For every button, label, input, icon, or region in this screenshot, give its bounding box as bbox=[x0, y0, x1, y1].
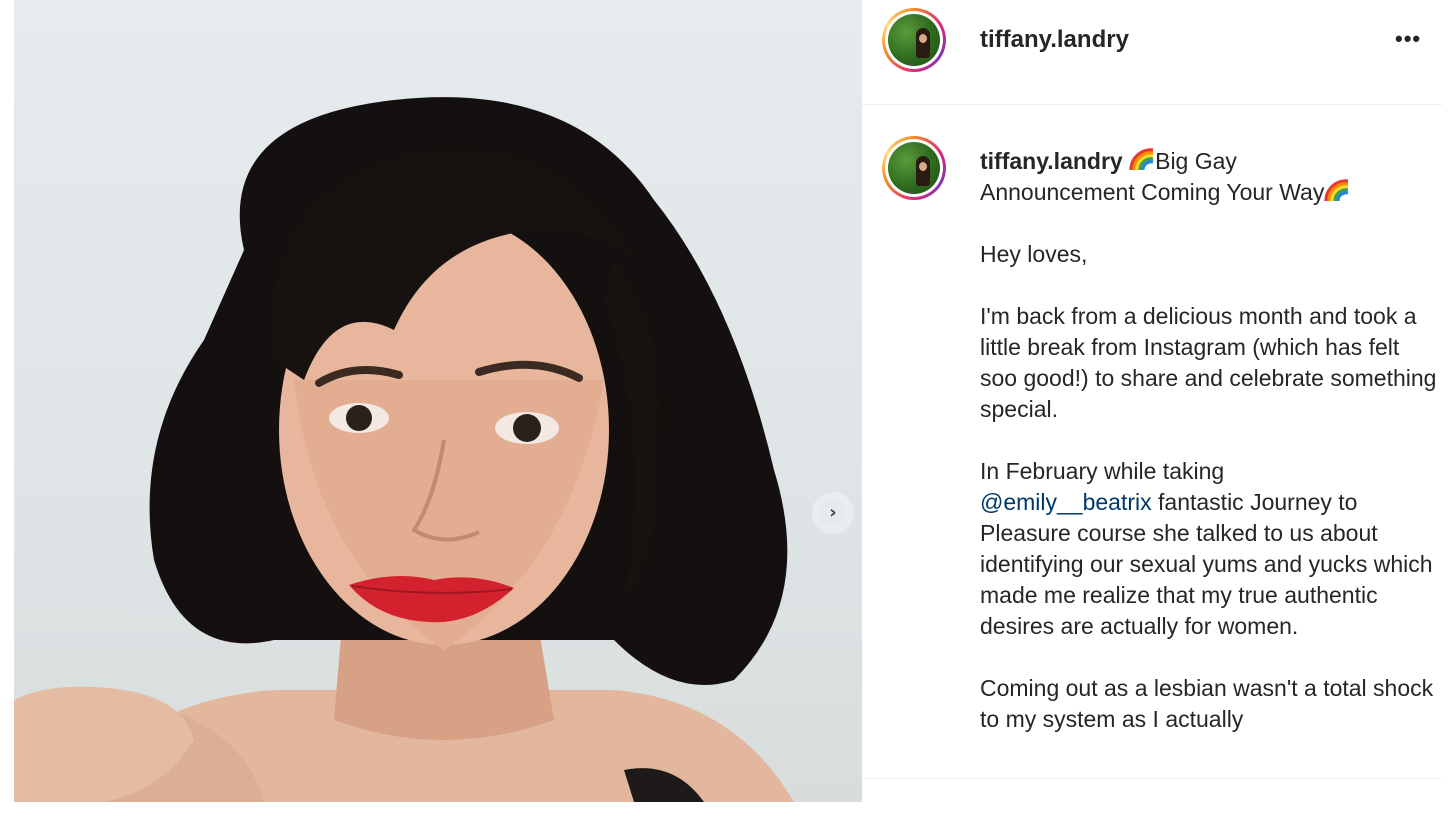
rainbow-emoji-icon bbox=[1129, 148, 1154, 171]
caption-title: tiffany.landry Big Gay Announcement Comi… bbox=[980, 146, 1440, 208]
caption-paragraph-2: In February while taking @emily__beatrix… bbox=[980, 456, 1440, 642]
next-photo-button[interactable]: › bbox=[812, 492, 854, 534]
caption-greeting: Hey loves, bbox=[980, 241, 1088, 267]
post-caption: tiffany.landry Big Gay Announcement Comi… bbox=[980, 146, 1440, 766]
post-header: tiffany.landry ••• bbox=[862, 0, 1442, 105]
header-username-link[interactable]: tiffany.landry bbox=[980, 26, 1129, 54]
post-details-panel: tiffany.landry ••• tiffany.landry Big Ga… bbox=[862, 0, 1449, 819]
caption-paragraph-2-start: In February while taking bbox=[980, 458, 1225, 484]
more-horizontal-icon[interactable]: ••• bbox=[1395, 26, 1421, 52]
caption-avatar[interactable] bbox=[882, 136, 946, 200]
chevron-right-icon: › bbox=[820, 500, 846, 526]
caption-title-text: Big Gay bbox=[1155, 148, 1237, 174]
caption-username-link[interactable]: tiffany.landry bbox=[980, 148, 1123, 174]
avatar[interactable] bbox=[882, 8, 946, 72]
comment-area-divider bbox=[862, 778, 1442, 819]
caption-paragraph-1: I'm back from a delicious month and took… bbox=[980, 303, 1437, 422]
mention-link[interactable]: @emily__beatrix bbox=[980, 489, 1152, 515]
caption-paragraph-3: Coming out as a lesbian wasn't a total s… bbox=[980, 675, 1434, 732]
caption-title-text-2: Announcement Coming Your Way bbox=[980, 179, 1325, 205]
post-photo[interactable]: › bbox=[14, 0, 862, 802]
portrait-illustration bbox=[14, 97, 794, 802]
rainbow-emoji-icon bbox=[1324, 179, 1349, 202]
